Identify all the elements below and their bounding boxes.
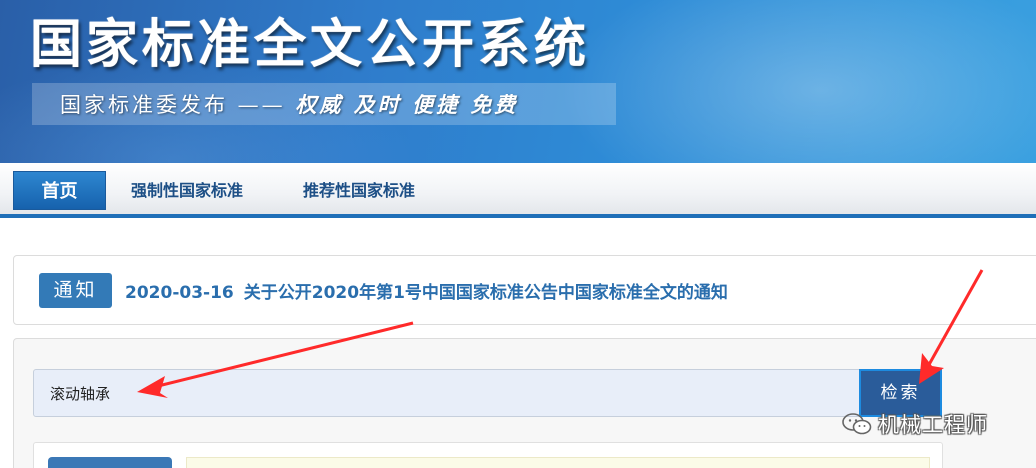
main-nav: 首页 强制性国家标准 推荐性国家标准 — [0, 163, 1036, 215]
nav-item-recommended-standards[interactable]: 推荐性国家标准 — [303, 171, 415, 210]
slogan-values: 权威 及时 便捷 免费 — [295, 92, 519, 117]
site-title: 国家标准全文公开系统 — [30, 14, 591, 75]
notice-link[interactable]: 2020-03-16 关于公开2020年第1号中国国家标准公告中国家标准全文的通知 — [125, 278, 728, 303]
wechat-icon — [842, 413, 872, 435]
slogan: 国家标准委发布 —— 权威 及时 便捷 免费 — [60, 89, 518, 119]
nav-item-home[interactable]: 首页 — [13, 171, 106, 210]
results-area — [186, 457, 930, 468]
nav-divider — [0, 214, 1036, 218]
results-tab[interactable] — [48, 457, 172, 468]
slogan-publisher: 国家标准委发布 —— — [60, 93, 286, 117]
notice-badge: 通知 — [39, 273, 112, 308]
watermark: 机械工程师 — [842, 410, 988, 438]
watermark-text: 机械工程师 — [878, 413, 988, 437]
search-input[interactable] — [33, 369, 861, 417]
notice-date: 2020-03-16 — [125, 283, 234, 303]
banner-glow — [560, 0, 1036, 163]
nav-item-mandatory-standards[interactable]: 强制性国家标准 — [131, 171, 243, 210]
notice-title: 关于公开2020年第1号中国国家标准公告中国家标准全文的通知 — [243, 283, 728, 303]
